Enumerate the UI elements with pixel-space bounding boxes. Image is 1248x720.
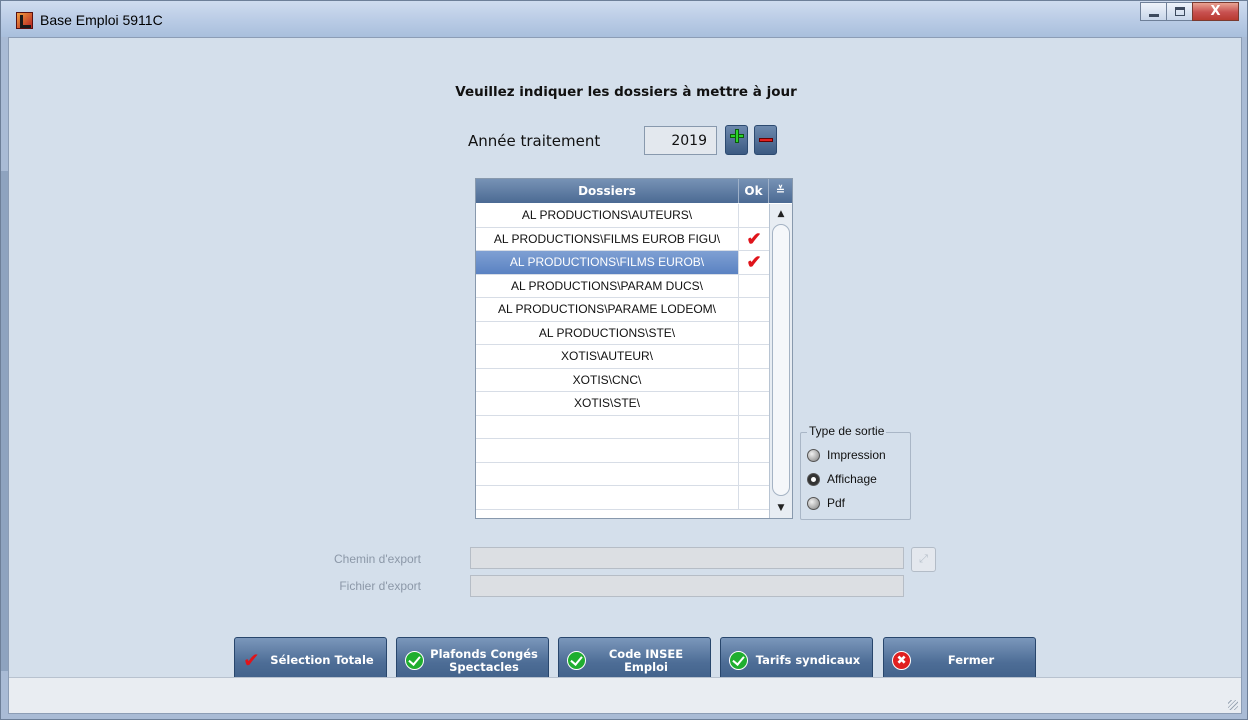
dossier-name-cell[interactable]: AL PRODUCTIONS\FILMS EUROB\ [476,251,739,274]
year-label: Année traitement [468,132,601,150]
ok-check-cell[interactable] [739,439,769,462]
client-area: Veuillez indiquer les dossiers à mettre … [8,37,1242,714]
radio-pdf-indicator[interactable] [807,497,820,510]
table-row[interactable]: AL PRODUCTIONS\FILMS EUROB\ ✔ [476,251,769,275]
export-path-input[interactable] [470,547,904,569]
dossier-name-cell[interactable] [476,415,739,438]
ok-check-cell[interactable]: ✔ [739,251,769,274]
grid-rows: AL PRODUCTIONS\AUTEURS\ AL PRODUCTIONS\FI… [476,204,769,510]
column-header-dossiers[interactable]: Dossiers [476,179,739,203]
tarifs-syndicaux-label: Tarifs syndicaux [755,653,861,667]
table-row[interactable]: XOTIS\STE\ [476,392,769,416]
dossier-name-cell[interactable]: AL PRODUCTIONS\FILMS EUROB FIGU\ [476,227,739,250]
maximize-button[interactable] [1166,2,1193,21]
table-row[interactable]: AL PRODUCTIONS\PARAM DUCS\ [476,274,769,298]
scroll-up-arrow-icon[interactable]: ▲ [772,206,790,222]
dossier-name-cell[interactable]: AL PRODUCTIONS\PARAM DUCS\ [476,274,739,297]
window-left-edge [1,171,8,671]
minus-icon [759,138,773,142]
browse-button[interactable]: ⤢ [911,547,936,572]
table-row[interactable] [476,415,769,439]
page-heading: Veuillez indiquer les dossiers à mettre … [455,84,797,100]
scroll-thumb[interactable] [772,224,790,496]
ok-check-cell[interactable] [739,392,769,415]
output-type-legend: Type de sortie [807,424,887,438]
table-row[interactable] [476,439,769,463]
grid-scrollbar[interactable]: ▲ ▼ [769,204,792,518]
table-row[interactable]: XOTIS\AUTEUR\ [476,345,769,369]
select-all-label: Sélection Totale [270,653,374,667]
window-title: Base Emploi 5911C [40,12,163,28]
red-x-icon: ✖ [892,651,911,670]
dossier-name-cell[interactable]: AL PRODUCTIONS\AUTEURS\ [476,204,739,227]
table-row[interactable]: AL PRODUCTIONS\AUTEURS\ [476,204,769,228]
dossier-name-cell[interactable]: AL PRODUCTIONS\STE\ [476,321,739,344]
ok-check-cell[interactable] [739,204,769,227]
grid-header: Dossiers Ok ≚ [476,179,792,203]
status-bar [9,677,1241,713]
close-window-button[interactable]: X [1192,2,1239,21]
browse-icon: ⤢ [919,552,928,565]
export-file-label: Fichier d'export [339,579,421,593]
ok-check-cell[interactable] [739,298,769,321]
column-header-ok[interactable]: Ok [739,179,769,203]
ok-check-cell[interactable]: ✔ [739,228,769,251]
caption-buttons: X [1140,2,1239,21]
app-icon [16,12,33,29]
ok-check-cell[interactable] [739,369,769,392]
dossiers-grid: Dossiers Ok ≚ AL PRODUCTIONS\AUTEURS\ AL … [475,178,793,519]
green-check-icon [729,651,748,670]
radio-affichage-label: Affichage [827,472,877,486]
ok-check-cell[interactable] [739,345,769,368]
radio-impression-indicator[interactable] [807,449,820,462]
red-check-icon: ✔ [243,648,260,672]
radio-pdf-label: Pdf [827,496,846,510]
dossier-name-cell[interactable] [476,462,739,485]
main-window: Base Emploi 5911C X Veuillez indiquer le… [0,0,1248,720]
year-field[interactable]: 2019 [644,126,717,155]
dossier-name-cell[interactable]: AL PRODUCTIONS\PARAME LODEOM\ [476,298,739,321]
table-row[interactable]: AL PRODUCTIONS\PARAME LODEOM\ [476,298,769,322]
green-check-icon [405,651,424,670]
radio-affichage-indicator[interactable] [807,473,820,486]
table-row[interactable] [476,486,769,510]
decrement-year-button[interactable] [754,125,777,155]
table-row[interactable]: AL PRODUCTIONS\STE\ [476,321,769,345]
table-row[interactable] [476,462,769,486]
column-menu-icon[interactable]: ≚ [769,179,792,203]
increment-year-button[interactable] [725,125,748,155]
ok-check-cell[interactable] [739,416,769,439]
maximize-icon [1175,7,1185,16]
output-type-group: Type de sortie Impression Affichage Pdf [800,424,911,520]
export-path-label: Chemin d'export [334,552,421,566]
table-row[interactable]: XOTIS\CNC\ [476,368,769,392]
export-file-input[interactable] [470,575,904,597]
dossier-name-cell[interactable] [476,439,739,462]
scroll-down-arrow-icon[interactable]: ▼ [772,500,790,516]
minimize-icon [1149,14,1159,17]
dossier-name-cell[interactable]: XOTIS\STE\ [476,392,739,415]
title-bar[interactable]: Base Emploi 5911C X [1,1,1247,37]
ok-check-cell[interactable] [739,275,769,298]
code-insee-label: Code INSEE Emploi [608,646,684,674]
table-row[interactable]: AL PRODUCTIONS\FILMS EUROB FIGU\ ✔ [476,227,769,251]
resize-grip-icon[interactable] [1228,700,1238,710]
minimize-button[interactable] [1140,2,1167,21]
dossier-name-cell[interactable]: XOTIS\CNC\ [476,368,739,391]
dossier-name-cell[interactable] [476,486,739,509]
ok-check-cell[interactable] [739,463,769,486]
radio-impression-label: Impression [827,448,886,462]
plafonds-conges-label: Plafonds Congés Spectacles [430,646,538,674]
green-check-icon [567,651,586,670]
fermer-label: Fermer [947,653,995,667]
ok-check-cell[interactable] [739,322,769,345]
dossier-name-cell[interactable]: XOTIS\AUTEUR\ [476,345,739,368]
ok-check-cell[interactable] [739,486,769,509]
